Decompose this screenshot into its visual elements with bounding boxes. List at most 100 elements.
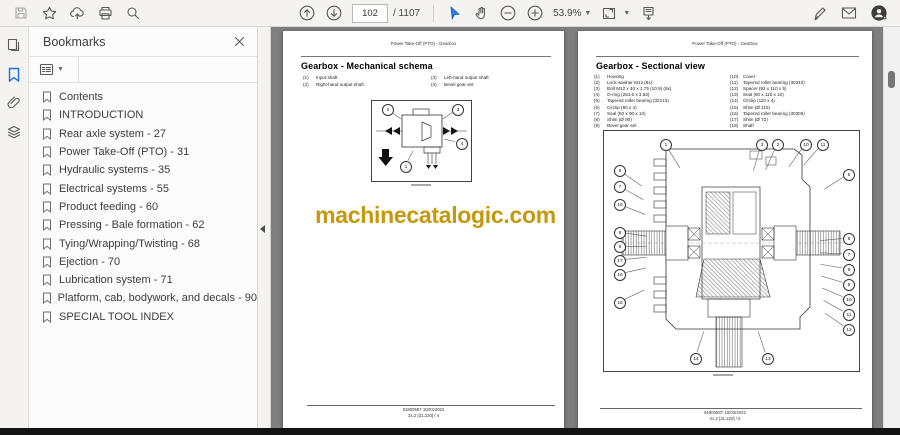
fit-dropdown-caret[interactable]: ▼: [623, 10, 630, 17]
legend-item: (4) Bevel gear set: [431, 82, 474, 87]
diagram-callout: 6: [614, 165, 626, 177]
bookmark-item-label: Ejection - 70: [59, 255, 121, 268]
top-toolbar: / 1107 53.9% ▼ ▼: [0, 0, 900, 27]
legend-item: (18) Shaft: [730, 123, 754, 129]
bookmark-item[interactable]: Electrical systems - 55: [29, 179, 257, 197]
zoom-in-button[interactable]: [522, 2, 548, 24]
acrobat-window: / 1107 53.9% ▼ ▼: [0, 0, 900, 435]
bookmark-icon: [43, 183, 51, 195]
sectional-leader-lines: [623, 148, 844, 353]
zoom-level-value[interactable]: 53.9%: [553, 8, 581, 19]
legend-column-2: (10) Cover (11) Tapered roller bearing (303…: [730, 73, 805, 129]
bookmark-item-label: Contents: [59, 91, 104, 104]
pdf-page-left: Power Take-Off (PTO) - Gearbox Gearbox -…: [283, 31, 564, 428]
diagram-callout: 4: [456, 138, 468, 150]
bookmark-item-label: INTRODUCTION: [59, 109, 144, 122]
header-rule: [301, 56, 551, 57]
diagram-callout: 11: [817, 139, 829, 151]
print-button[interactable]: [92, 2, 118, 24]
bookmark-icon: [43, 256, 51, 268]
fit-page-button[interactable]: [596, 2, 622, 24]
vertical-scrollbar[interactable]: [883, 27, 900, 428]
diagram-callout: 16: [614, 269, 626, 281]
navigation-pane-strip: [0, 27, 29, 428]
bookmark-item[interactable]: INTRODUCTION: [29, 106, 257, 124]
legend-column-1: (1) Housing (2) Lock washer M12 (8x) (3) Bolt…: [594, 73, 671, 129]
share-cloud-button[interactable]: [64, 2, 90, 24]
bookmark-item[interactable]: Rear axle system - 27: [29, 125, 257, 143]
bookmark-item[interactable]: SPECIAL TOOL INDEX: [29, 308, 257, 326]
legend-column-1: (1) Input shaft (2) Right-hand output shaft: [303, 74, 364, 88]
diagram-callout: 3: [756, 139, 768, 151]
diagram-callout: 15: [614, 297, 626, 309]
layers-icon[interactable]: [4, 123, 24, 141]
previous-page-button[interactable]: [294, 2, 320, 24]
next-page-button[interactable]: [321, 2, 347, 24]
main-area: Bookmarks ▼ Contents INTRODUCTION Rear a…: [0, 27, 900, 428]
diagram-callout: 17: [614, 255, 626, 267]
legend-column-2: (3) Left-hand output shaft (4) Bevel gear s…: [431, 74, 489, 88]
bookmark-options-button[interactable]: ▼: [29, 57, 79, 82]
footer-page-ref: 31.2 [31.220] / 5: [709, 416, 741, 421]
panel-collapse-strip[interactable]: [258, 27, 271, 428]
legend-item: (5) Tapered roller bearing (32213): [594, 98, 669, 104]
close-panel-icon[interactable]: [227, 30, 251, 54]
bookmark-list: Contents INTRODUCTION Rear axle system -…: [29, 83, 257, 326]
sign-pen-button[interactable]: [806, 2, 832, 24]
bookmark-icon: [43, 164, 51, 177]
diagram-callout: 6: [843, 233, 855, 245]
bookmark-icon: [43, 238, 51, 250]
footer-doc-code: 91800587 10/03/2022: [402, 407, 445, 412]
select-tool-button[interactable]: [441, 2, 467, 24]
page-thumbnails-icon[interactable]: [4, 36, 24, 54]
attachments-icon[interactable]: [4, 94, 24, 112]
diagram-callout: 7: [614, 181, 626, 193]
bookmark-item[interactable]: Lubrication system - 71: [29, 271, 257, 289]
bookmark-item-label: Electrical systems - 55: [59, 182, 170, 195]
bookmark-item-label: Lubrication system - 71: [59, 274, 173, 287]
bookmarks-panel: Bookmarks ▼ Contents INTRODUCTION Rear a…: [29, 27, 258, 428]
collapse-panel-arrow-icon[interactable]: [260, 225, 265, 233]
page-number-input[interactable]: [352, 3, 388, 23]
diagram-callout: 2: [382, 104, 394, 116]
diagram-callout: 9: [843, 279, 855, 291]
save-button[interactable]: [8, 2, 34, 24]
page-header: Power Take-Off (PTO) - Gearbox: [692, 41, 758, 46]
bookmarks-panel-icon[interactable]: [4, 65, 24, 83]
bookmark-item-label: Product feeding - 60: [59, 200, 159, 213]
bookmark-item[interactable]: Hydraulic systems - 35: [29, 161, 257, 179]
diagram-callout: 13: [762, 353, 774, 365]
bookmark-item[interactable]: Power Take-Off (PTO) - 31: [29, 143, 257, 161]
figure-reference: [713, 374, 733, 376]
zoom-out-button[interactable]: [495, 2, 521, 24]
diagram-callout: 12: [843, 324, 855, 336]
footer-doc-code: 91800587 10/03/2022: [704, 410, 746, 415]
scrollbar-thumb[interactable]: [888, 71, 895, 88]
bookmark-item-label: SPECIAL TOOL INDEX: [59, 310, 174, 323]
header-rule: [596, 56, 859, 57]
section-title: Gearbox - Mechanical schema: [301, 61, 433, 71]
bookmark-item[interactable]: Pressing - Bale formation - 62: [29, 216, 257, 234]
diagram-callout: 3: [452, 104, 464, 116]
bookmark-item-label: Pressing - Bale formation - 62: [59, 219, 205, 232]
toolbar-divider: [433, 4, 435, 22]
email-button[interactable]: [836, 2, 862, 24]
diagram-callout: 8: [843, 264, 855, 276]
page-header: Power Take-Off (PTO) - Gearbox: [390, 41, 457, 46]
bookmark-item-label: Tying/Wrapping/Twisting - 68: [59, 237, 201, 250]
bookmark-item[interactable]: Platform, cab, bodywork, and decals - 90: [29, 289, 257, 307]
diagram-callout: 1: [400, 161, 412, 173]
bookmark-icon: [43, 274, 51, 287]
zoom-dropdown-caret[interactable]: ▼: [584, 10, 591, 17]
bookmark-item[interactable]: Ejection - 70: [29, 253, 257, 271]
user-avatar[interactable]: [866, 2, 892, 24]
legend-item: (3) Left-hand output shaft: [431, 75, 489, 80]
search-icon[interactable]: [120, 2, 146, 24]
scrolling-view-button[interactable]: [635, 2, 661, 24]
diagram-callout: 2: [772, 139, 784, 151]
bookmark-item[interactable]: Product feeding - 60: [29, 198, 257, 216]
bookmark-item[interactable]: Contents: [29, 88, 257, 106]
bookmark-item[interactable]: Tying/Wrapping/Twisting - 68: [29, 234, 257, 252]
hand-tool-button[interactable]: [468, 2, 494, 24]
star-icon[interactable]: [36, 2, 62, 24]
